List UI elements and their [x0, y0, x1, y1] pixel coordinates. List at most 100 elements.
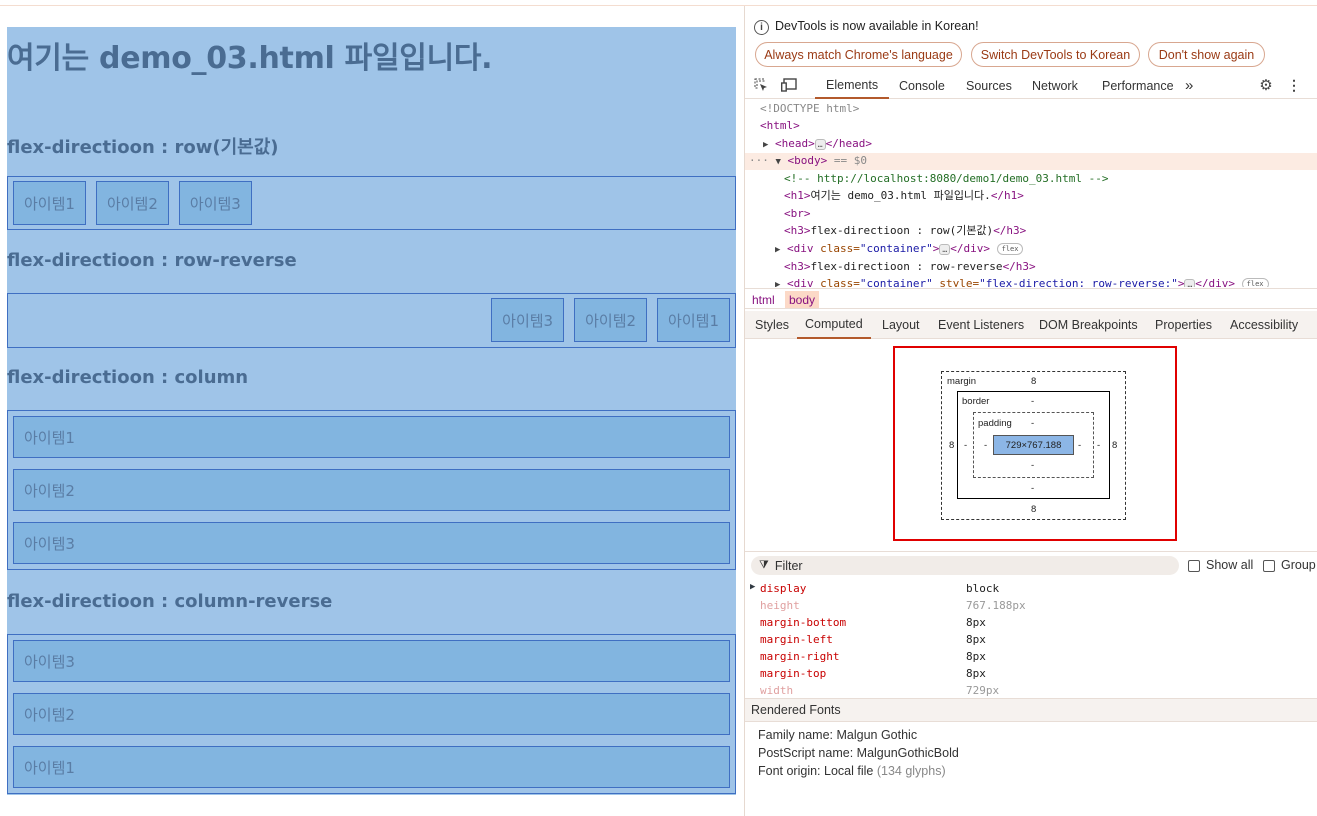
selected-marker: == $0: [833, 154, 868, 167]
filter-input[interactable]: ⧩ Filter: [751, 556, 1179, 575]
dom-h3-node[interactable]: <h3>flex-directioon : row-reverse</h3>: [784, 258, 1036, 275]
dom-h3-node[interactable]: <h3>flex-directioon : row(기본값)</h3>: [784, 222, 1026, 239]
computed-filter-bar: ⧩ Filter Show all Group: [745, 551, 1317, 579]
page-viewport: 여기는 demo_03.html 파일입니다. flex-directioon …: [0, 6, 744, 816]
h3-open-tag: <h3>: [784, 260, 811, 273]
class-attr: class=: [820, 277, 860, 287]
expand-triangle-icon[interactable]: ▶: [775, 280, 780, 287]
dom-br-node[interactable]: <br>: [784, 205, 811, 222]
dom-comment[interactable]: <!-- http://localhost:8080/demo1/demo_03…: [784, 170, 1109, 187]
tab-network[interactable]: Network: [1032, 72, 1078, 99]
device-toolbar-icon[interactable]: [781, 77, 797, 93]
breadcrumb-body[interactable]: body: [785, 291, 820, 308]
h1-open-tag: <h1>: [784, 189, 811, 202]
div-close-tag: </div>: [1195, 277, 1236, 287]
property-name: width: [760, 684, 794, 697]
tab-dom-breakpoints[interactable]: DOM Breakpoints: [1039, 311, 1138, 339]
tab-performance[interactable]: Performance: [1102, 72, 1174, 99]
flex-item: 아이템3: [178, 181, 252, 225]
dont-show-again-button[interactable]: Don't show again: [1148, 42, 1265, 67]
switch-to-korean-button[interactable]: Switch DevTools to Korean: [971, 42, 1140, 67]
tab-accessibility[interactable]: Accessibility: [1230, 311, 1298, 339]
filter-icon: ⧩: [759, 559, 769, 571]
dom-h1-node[interactable]: <h1>여기는 demo_03.html 파일입니다.</h1>: [784, 187, 1024, 204]
property-name: margin-bottom: [760, 616, 847, 629]
tab-elements[interactable]: Elements: [815, 72, 890, 99]
computed-property-row[interactable]: margin-right 8px: [745, 650, 1317, 667]
flex-badge[interactable]: flex: [1241, 278, 1269, 287]
group-checkbox[interactable]: [1263, 560, 1275, 572]
show-all-checkbox[interactable]: [1188, 560, 1200, 572]
computed-property-row[interactable]: height 767.188px: [745, 599, 1317, 616]
rendered-fonts-header: Rendered Fonts: [745, 698, 1317, 722]
collapse-triangle-icon[interactable]: ▼: [776, 157, 781, 167]
h3-open-tag: <h3>: [784, 224, 811, 237]
breadcrumb-html[interactable]: html: [748, 291, 779, 308]
h3-text: flex-directioon : row(기본값): [810, 224, 994, 237]
property-name: margin-left: [760, 633, 833, 646]
padding-top-value: -: [1031, 418, 1035, 429]
expand-triangle-icon[interactable]: ▶: [763, 140, 768, 150]
collapsed-ellipsis[interactable]: …: [814, 138, 826, 150]
flex-item: 아이템3: [491, 298, 565, 342]
node-actions-dots[interactable]: ···: [749, 154, 769, 167]
border-right-value: -: [1097, 440, 1101, 451]
head-open-tag: <head>: [775, 137, 815, 150]
dom-head-node[interactable]: ▶ <head>… </head>: [763, 135, 872, 152]
settings-gear-icon[interactable]: ⚙: [1258, 77, 1274, 94]
tab-console[interactable]: Console: [899, 72, 945, 99]
computed-property-row[interactable]: margin-bottom 8px: [745, 616, 1317, 633]
border-left-value: -: [964, 440, 968, 451]
collapsed-ellipsis[interactable]: …: [939, 243, 951, 255]
inspect-element-icon[interactable]: [753, 77, 769, 93]
computed-property-row[interactable]: margin-left 8px: [745, 633, 1317, 650]
flex-badge[interactable]: flex: [996, 243, 1024, 255]
property-name: margin-right: [760, 650, 840, 663]
tag-close-bracket: >: [932, 242, 940, 255]
class-value: "container": [859, 242, 933, 255]
elements-subtabs: Styles Computed Layout Event Listeners D…: [745, 311, 1317, 339]
more-tabs-icon[interactable]: »: [1185, 72, 1193, 99]
tab-properties[interactable]: Properties: [1155, 311, 1212, 339]
tab-computed[interactable]: Computed: [797, 311, 871, 339]
section-heading-row: flex-directioon : row(기본값): [7, 137, 279, 158]
tab-layout[interactable]: Layout: [882, 311, 920, 339]
computed-property-row[interactable]: ▶ display block: [745, 582, 1317, 599]
language-infobar: i DevTools is now available in Korean! A…: [745, 6, 1317, 72]
style-value: "flex-direction: row-reverse;": [979, 277, 1178, 287]
always-match-language-button[interactable]: Always match Chrome's language: [755, 42, 962, 67]
expand-triangle-icon[interactable]: ▶: [750, 582, 755, 592]
h3-close-tag: </h3>: [993, 224, 1027, 237]
dom-div-container-node[interactable]: ▶ <div class="container">… </div> flex: [775, 240, 1024, 257]
box-model-content[interactable]: 729×767.188: [993, 435, 1074, 455]
info-icon: i: [754, 20, 769, 35]
margin-left-value: 8: [949, 440, 955, 451]
section-heading-row-reverse: flex-directioon : row-reverse: [7, 250, 297, 271]
property-value: 8px: [966, 616, 986, 629]
computed-property-row[interactable]: margin-top 8px: [745, 667, 1317, 684]
dom-body-node[interactable]: ··· ▼ <body> == $0: [749, 152, 867, 169]
section-heading-column: flex-directioon : column: [7, 367, 249, 388]
class-attr: class=: [820, 242, 860, 255]
property-value: 767.188px: [966, 599, 1026, 612]
page-heading: 여기는 demo_03.html 파일입니다.: [7, 41, 493, 76]
tab-sources[interactable]: Sources: [966, 72, 1012, 99]
breadcrumb: html body: [745, 288, 1317, 309]
more-options-icon[interactable]: ⋮: [1286, 77, 1302, 93]
dom-div-container-node[interactable]: ▶ <div class="container" style="flex-dir…: [775, 275, 1269, 287]
flex-item: 아이템3: [13, 522, 730, 564]
padding-left-value: -: [984, 440, 988, 451]
font-glyph-count: (134 glyphs): [876, 764, 946, 778]
collapsed-ellipsis[interactable]: …: [1184, 278, 1196, 287]
tab-styles[interactable]: Styles: [755, 311, 789, 339]
devtools-tabbar: Elements Console Sources Network Perform…: [745, 72, 1317, 99]
property-name: display: [760, 582, 807, 595]
margin-top-value: 8: [1031, 376, 1037, 387]
section-heading-column-reverse: flex-directioon : column-reverse: [7, 591, 333, 612]
flex-item: 아이템1: [13, 746, 730, 788]
expand-triangle-icon[interactable]: ▶: [775, 245, 780, 255]
tab-event-listeners[interactable]: Event Listeners: [938, 311, 1024, 339]
dom-html-node[interactable]: <html>: [760, 117, 800, 134]
font-origin-text: Font origin: Local file: [758, 764, 874, 778]
h3-text: flex-directioon : row-reverse: [810, 260, 1003, 273]
